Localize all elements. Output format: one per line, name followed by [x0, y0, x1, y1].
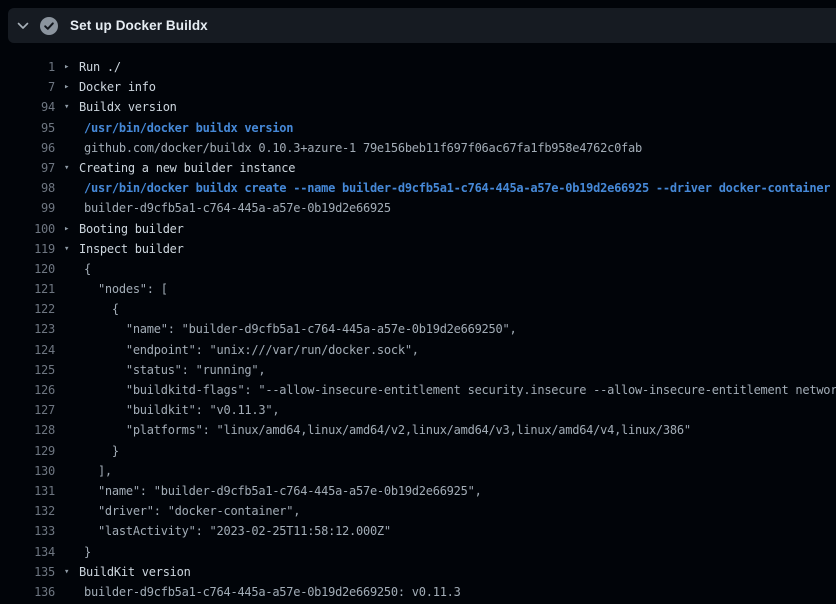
log-line-row: 120{: [0, 259, 836, 279]
log-text: github.com/docker/buildx 0.10.3+azure-1 …: [55, 138, 642, 158]
line-number[interactable]: 123: [0, 319, 55, 339]
line-number[interactable]: 122: [0, 299, 55, 319]
log-text: "buildkit": "v0.11.3",: [55, 400, 279, 420]
line-number[interactable]: 136: [0, 582, 55, 602]
log-line-row: 96github.com/docker/buildx 0.10.3+azure-…: [0, 138, 836, 158]
log-text: "nodes": [: [55, 279, 168, 299]
log-text: "name": "builder-d9cfb5a1-c764-445a-a57e…: [55, 481, 482, 501]
triangle-expanded-icon[interactable]: ▾: [55, 97, 79, 117]
log-line-row: 131 "name": "builder-d9cfb5a1-c764-445a-…: [0, 481, 836, 501]
log-line-row: 124 "endpoint": "unix:///var/run/docker.…: [0, 340, 836, 360]
line-number[interactable]: 130: [0, 461, 55, 481]
triangle-expanded-icon[interactable]: ▾: [55, 562, 79, 582]
line-number[interactable]: 131: [0, 481, 55, 501]
group-title: BuildKit version: [79, 562, 191, 582]
log-text: builder-d9cfb5a1-c764-445a-a57e-0b19d2e6…: [55, 198, 391, 218]
log-text: {: [55, 259, 91, 279]
line-number[interactable]: 134: [0, 542, 55, 562]
line-number[interactable]: 94: [0, 97, 55, 117]
log-line-row: 136builder-d9cfb5a1-c764-445a-a57e-0b19d…: [0, 582, 836, 602]
line-number[interactable]: 126: [0, 380, 55, 400]
log-group-row[interactable]: 7▸Docker info: [0, 77, 836, 97]
log-line-row: 99builder-d9cfb5a1-c764-445a-a57e-0b19d2…: [0, 198, 836, 218]
check-circle-icon: [40, 17, 58, 35]
log-line-row: 123 "name": "builder-d9cfb5a1-c764-445a-…: [0, 319, 836, 339]
line-number[interactable]: 127: [0, 400, 55, 420]
log-line-row: 121 "nodes": [: [0, 279, 836, 299]
log-text: /usr/bin/docker buildx version: [55, 118, 293, 138]
group-title: Buildx version: [79, 97, 177, 117]
log-text: /usr/bin/docker buildx create --name bui…: [55, 178, 830, 198]
log-text: }: [55, 441, 119, 461]
line-number[interactable]: 135: [0, 562, 55, 582]
group-title: Docker info: [79, 77, 156, 97]
log-text: }: [55, 542, 91, 562]
line-number[interactable]: 97: [0, 158, 55, 178]
log-text: "platforms": "linux/amd64,linux/amd64/v2…: [55, 420, 691, 440]
log-line-row: 122 {: [0, 299, 836, 319]
log-text: "name": "builder-d9cfb5a1-c764-445a-a57e…: [55, 319, 516, 339]
group-title: Booting builder: [79, 219, 184, 239]
log-group-row[interactable]: 97▾Creating a new builder instance: [0, 158, 836, 178]
log-line-row: 132 "driver": "docker-container",: [0, 501, 836, 521]
log-line-row: 95/usr/bin/docker buildx version: [0, 118, 836, 138]
log-group-row[interactable]: 135▾BuildKit version: [0, 562, 836, 582]
line-number[interactable]: 95: [0, 118, 55, 138]
log-line-row: 133 "lastActivity": "2023-02-25T11:58:12…: [0, 521, 836, 541]
log-line-row: 130 ],: [0, 461, 836, 481]
log-text: "endpoint": "unix:///var/run/docker.sock…: [55, 340, 419, 360]
line-number[interactable]: 1: [0, 57, 55, 77]
step-title: Set up Docker Buildx: [70, 18, 208, 33]
group-title: Run ./: [79, 57, 121, 77]
triangle-collapsed-icon[interactable]: ▸: [55, 77, 79, 97]
log-group-row[interactable]: 119▾Inspect builder: [0, 239, 836, 259]
line-number[interactable]: 132: [0, 501, 55, 521]
log-text: "lastActivity": "2023-02-25T11:58:12.000…: [55, 521, 391, 541]
line-number[interactable]: 128: [0, 420, 55, 440]
line-number[interactable]: 96: [0, 138, 55, 158]
log-line-row: 125 "status": "running",: [0, 360, 836, 380]
log-line-row: 98/usr/bin/docker buildx create --name b…: [0, 178, 836, 198]
group-title: Creating a new builder instance: [79, 158, 295, 178]
line-number[interactable]: 124: [0, 340, 55, 360]
log-text: "status": "running",: [55, 360, 265, 380]
log-line-row: 134}: [0, 542, 836, 562]
step-header[interactable]: Set up Docker Buildx: [8, 8, 836, 43]
log-group-row[interactable]: 100▸Booting builder: [0, 219, 836, 239]
log-group-row[interactable]: 94▾Buildx version: [0, 97, 836, 117]
line-number[interactable]: 121: [0, 279, 55, 299]
log-viewer: 1▸Run ./7▸Docker info94▾Buildx version95…: [0, 57, 836, 602]
line-number[interactable]: 119: [0, 239, 55, 259]
log-line-row: 126 "buildkitd-flags": "--allow-insecure…: [0, 380, 836, 400]
triangle-collapsed-icon[interactable]: ▸: [55, 219, 79, 239]
log-line-row: 128 "platforms": "linux/amd64,linux/amd6…: [0, 420, 836, 440]
log-text: ],: [55, 461, 112, 481]
group-title: Inspect builder: [79, 239, 184, 259]
line-number[interactable]: 98: [0, 178, 55, 198]
log-line-row: 129 }: [0, 441, 836, 461]
line-number[interactable]: 120: [0, 259, 55, 279]
log-line-row: 127 "buildkit": "v0.11.3",: [0, 400, 836, 420]
log-text: builder-d9cfb5a1-c764-445a-a57e-0b19d2e6…: [55, 582, 461, 602]
line-number[interactable]: 99: [0, 198, 55, 218]
line-number[interactable]: 129: [0, 441, 55, 461]
line-number[interactable]: 7: [0, 77, 55, 97]
log-text: "driver": "docker-container",: [55, 501, 300, 521]
triangle-collapsed-icon[interactable]: ▸: [55, 57, 79, 77]
line-number[interactable]: 125: [0, 360, 55, 380]
triangle-expanded-icon[interactable]: ▾: [55, 158, 79, 178]
log-text: "buildkitd-flags": "--allow-insecure-ent…: [55, 380, 836, 400]
triangle-expanded-icon[interactable]: ▾: [55, 239, 79, 259]
line-number[interactable]: 100: [0, 219, 55, 239]
line-number[interactable]: 133: [0, 521, 55, 541]
log-text: {: [55, 299, 119, 319]
chevron-down-icon: [16, 19, 30, 33]
log-group-row[interactable]: 1▸Run ./: [0, 57, 836, 77]
step-collapse-button[interactable]: [8, 8, 38, 43]
